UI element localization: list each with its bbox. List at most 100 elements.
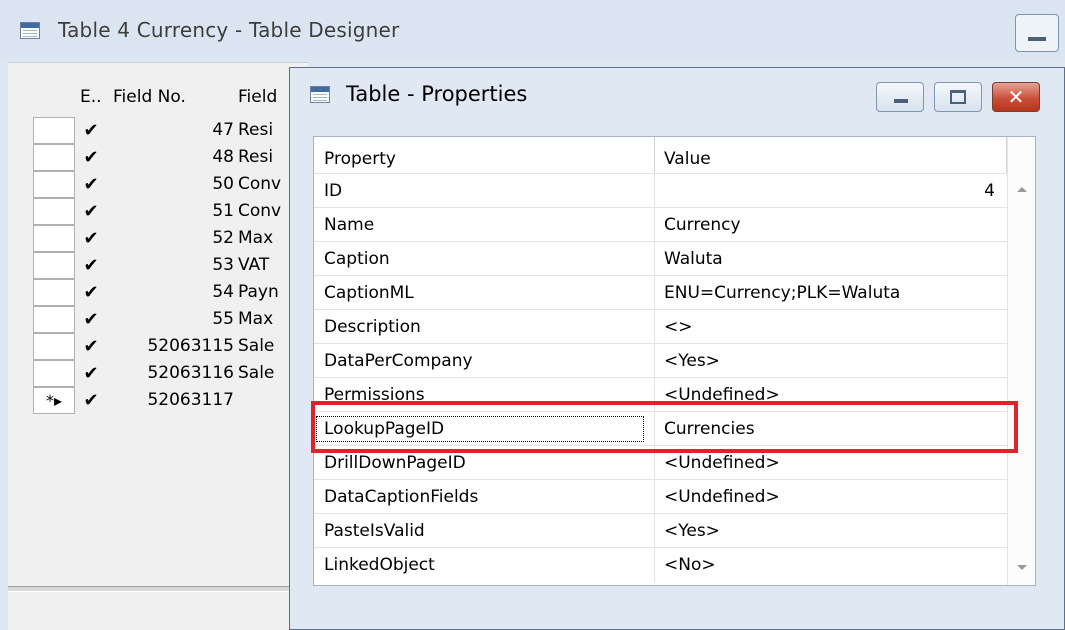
property-name[interactable]: PasteIsValid (314, 514, 655, 548)
property-row[interactable]: PasteIsValid <Yes> (314, 513, 1007, 548)
field-name-cell[interactable]: Max (238, 225, 293, 252)
new-row-indicator[interactable]: *▸ (33, 387, 75, 414)
table-row[interactable]: ✔ 51 Conv (33, 198, 293, 225)
property-row[interactable]: ID 4 (314, 173, 1007, 208)
field-no-cell[interactable]: 47 (212, 117, 234, 144)
column-header-enabled[interactable]: E.. (80, 80, 110, 115)
property-value[interactable]: <Yes> (655, 344, 1007, 378)
row-selector[interactable] (33, 144, 75, 171)
property-row[interactable]: Name Currency (314, 207, 1007, 242)
table-row[interactable]: ✔ 48 Resi (33, 144, 293, 171)
column-header-value[interactable]: Value (655, 137, 1007, 173)
property-row[interactable]: DataPerCompany <Yes> (314, 343, 1007, 378)
property-name[interactable]: DataCaptionFields (314, 480, 655, 514)
table-row[interactable]: ✔ 55 Max (33, 306, 293, 333)
vertical-scrollbar[interactable] (1007, 137, 1035, 585)
property-name[interactable]: Name (314, 208, 655, 242)
row-selector[interactable] (33, 252, 75, 279)
check-icon[interactable]: ✔ (80, 279, 102, 306)
field-name-cell[interactable]: Conv (238, 171, 293, 198)
column-header-property[interactable]: Property (314, 137, 655, 173)
field-no-cell[interactable]: 52063116 (147, 360, 234, 387)
field-name-cell[interactable]: Max (238, 306, 293, 333)
property-row[interactable]: DrillDownPageID <Undefined> (314, 445, 1007, 480)
property-value[interactable]: 4 (655, 174, 1007, 208)
field-no-cell[interactable]: 55 (212, 306, 234, 333)
property-row[interactable]: Description <> (314, 309, 1007, 344)
property-name[interactable]: DataPerCompany (314, 344, 655, 378)
table-row[interactable]: ✔ 50 Conv (33, 171, 293, 198)
row-selector[interactable] (33, 333, 75, 360)
property-name[interactable]: ID (314, 174, 655, 208)
field-no-cell[interactable]: 54 (212, 279, 234, 306)
property-row[interactable]: Permissions <Undefined> (314, 377, 1007, 412)
field-no-cell[interactable]: 51 (212, 198, 234, 225)
field-name-cell[interactable]: VAT (238, 252, 293, 279)
row-selector[interactable] (33, 360, 75, 387)
row-selector[interactable] (33, 225, 75, 252)
field-no-cell[interactable]: 48 (212, 144, 234, 171)
table-row[interactable]: ✔ 53 VAT (33, 252, 293, 279)
property-value[interactable]: <Undefined> (655, 378, 1007, 412)
field-name-cell[interactable]: Sale (238, 333, 293, 360)
table-row[interactable]: ✔ 47 Resi (33, 117, 293, 144)
designer-minimize-button[interactable] (1015, 14, 1059, 52)
property-value[interactable]: Currencies (655, 412, 1007, 446)
property-value[interactable]: ENU=Currency;PLK=Waluta (655, 276, 1007, 310)
property-name[interactable]: LookupPageID (314, 412, 655, 446)
close-button[interactable]: ✕ (992, 82, 1040, 112)
check-icon[interactable]: ✔ (80, 198, 102, 225)
table-row[interactable]: ✔ 52063115 Sale (33, 333, 293, 360)
field-name-cell[interactable]: Resi (238, 117, 293, 144)
table-row[interactable]: ✔ 54 Payn (33, 279, 293, 306)
property-value[interactable]: <Yes> (655, 514, 1007, 548)
table-row-new[interactable]: *▸ ✔ 52063117 (33, 387, 293, 414)
property-name[interactable]: DrillDownPageID (314, 446, 655, 480)
properties-grid[interactable]: Property Value ID 4 Name Currency Captio… (313, 136, 1036, 586)
row-selector[interactable] (33, 171, 75, 198)
field-name-cell[interactable]: Conv (238, 198, 293, 225)
minimize-button[interactable] (876, 82, 924, 112)
field-name-cell[interactable]: Payn (238, 279, 293, 306)
row-selector[interactable] (33, 279, 75, 306)
property-row[interactable]: DataCaptionFields <Undefined> (314, 479, 1007, 514)
property-value[interactable]: <> (655, 310, 1007, 344)
row-selector[interactable] (33, 117, 75, 144)
property-name[interactable]: LinkedObject (314, 548, 655, 582)
scroll-up-arrow-icon[interactable] (1017, 187, 1027, 192)
property-row-selected[interactable]: LookupPageID Currencies (314, 411, 1007, 446)
check-icon[interactable]: ✔ (80, 225, 102, 252)
row-selector[interactable] (33, 198, 75, 225)
field-name-cell[interactable]: Sale (238, 360, 293, 387)
property-name[interactable]: Caption (314, 242, 655, 276)
field-no-cell[interactable]: 53 (212, 252, 234, 279)
check-icon[interactable]: ✔ (80, 333, 102, 360)
column-header-field-no[interactable]: Field No. (113, 80, 233, 115)
property-name[interactable]: Permissions (314, 378, 655, 412)
field-no-cell[interactable]: 52 (212, 225, 234, 252)
check-icon[interactable]: ✔ (80, 306, 102, 333)
property-name[interactable]: CaptionML (314, 276, 655, 310)
column-header-field-name[interactable]: Field (238, 80, 288, 115)
property-row[interactable]: CaptionML ENU=Currency;PLK=Waluta (314, 275, 1007, 310)
property-name[interactable]: Description (314, 310, 655, 344)
check-icon[interactable]: ✔ (80, 387, 102, 414)
scroll-down-arrow-icon[interactable] (1017, 565, 1027, 570)
property-row[interactable]: Caption Waluta (314, 241, 1007, 276)
field-no-cell[interactable]: 52063115 (147, 333, 234, 360)
check-icon[interactable]: ✔ (80, 144, 102, 171)
property-value[interactable]: <No> (655, 548, 1007, 582)
property-row[interactable]: LinkedObject <No> (314, 547, 1007, 582)
check-icon[interactable]: ✔ (80, 252, 102, 279)
check-icon[interactable]: ✔ (80, 171, 102, 198)
table-row[interactable]: ✔ 52063116 Sale (33, 360, 293, 387)
field-no-cell[interactable]: 50 (212, 171, 234, 198)
row-selector[interactable] (33, 306, 75, 333)
table-row[interactable]: ✔ 52 Max (33, 225, 293, 252)
check-icon[interactable]: ✔ (80, 360, 102, 387)
property-value[interactable]: Waluta (655, 242, 1007, 276)
check-icon[interactable]: ✔ (80, 117, 102, 144)
property-value[interactable]: <Undefined> (655, 446, 1007, 480)
field-name-cell[interactable] (238, 387, 293, 414)
property-value[interactable]: <Undefined> (655, 480, 1007, 514)
